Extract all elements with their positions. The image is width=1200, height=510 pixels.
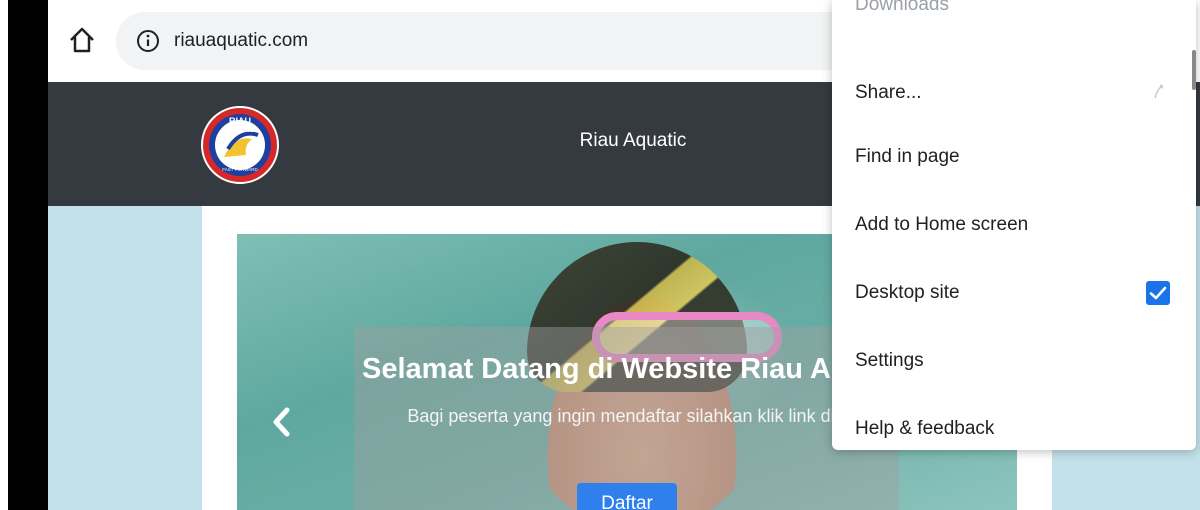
menu-item-add-to-home-screen[interactable]: Add to Home screen xyxy=(832,194,1196,254)
menu-item-help-feedback[interactable]: Help & feedback xyxy=(832,398,1196,458)
menu-item-label: Downloads xyxy=(855,0,949,15)
share-icon xyxy=(1154,84,1164,99)
info-icon[interactable] xyxy=(136,29,160,53)
home-icon xyxy=(70,27,94,53)
carousel-caption: Selamat Datang di Website Riau Aquatic B… xyxy=(354,327,921,510)
browser-overflow-menu: Downloads Share... Find in page Add to H… xyxy=(832,0,1196,450)
logo-text-bottom: FAST FORWARD xyxy=(222,167,258,172)
desktop-site-checkbox[interactable] xyxy=(1146,281,1170,305)
menu-item-label: Help & feedback xyxy=(855,418,995,439)
site-logo[interactable]: RIAU AQUATIC FAST FORWARD xyxy=(200,105,280,185)
logo-text-top: RIAU xyxy=(229,116,251,126)
brand-title[interactable]: Riau Aquatic xyxy=(518,130,748,152)
home-button[interactable] xyxy=(64,22,100,58)
menu-item-label: Desktop site xyxy=(855,282,960,303)
menu-item-find-in-page[interactable]: Find in page xyxy=(832,126,1196,186)
menu-item-label: Find in page xyxy=(855,146,960,167)
screen-bezel xyxy=(8,0,48,510)
screen-edge xyxy=(0,0,8,510)
register-button[interactable]: Daftar xyxy=(577,483,677,510)
menu-item-settings[interactable]: Settings xyxy=(832,330,1196,390)
menu-item-downloads[interactable]: Downloads xyxy=(832,0,1196,60)
chevron-left-icon[interactable] xyxy=(267,402,297,442)
menu-item-desktop-site[interactable]: Desktop site xyxy=(832,262,1196,322)
url-text[interactable]: riauaquatic.com xyxy=(174,29,308,53)
menu-scrollbar[interactable] xyxy=(1192,50,1196,90)
checkmark-icon xyxy=(1149,286,1167,300)
menu-item-share[interactable]: Share... xyxy=(832,62,1196,122)
menu-item-label: Add to Home screen xyxy=(855,214,1029,235)
logo-text-mid: AQUATIC xyxy=(227,128,255,134)
menu-item-label: Share... xyxy=(855,82,922,103)
menu-item-label: Settings xyxy=(855,350,924,371)
